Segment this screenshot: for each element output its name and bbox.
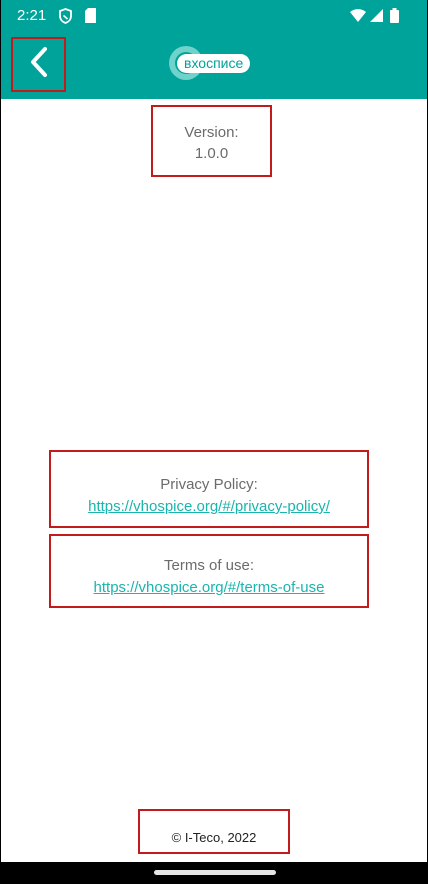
terms-of-use-section: Terms of use: https://vhospice.org/#/ter… (49, 534, 369, 608)
copyright-text: © I-Teco, 2022 (171, 830, 257, 845)
about-screen: 2:21 вхосписе Version: 1.0.0 Privacy Pol… (1, 0, 427, 884)
privacy-policy-label: Privacy Policy: (160, 476, 258, 493)
home-gesture-handle[interactable] (154, 870, 276, 875)
sim-card-icon (85, 8, 96, 28)
wifi-icon (350, 9, 366, 27)
battery-icon (390, 8, 399, 28)
chevron-left-icon (28, 46, 50, 83)
version-section: Version: 1.0.0 (151, 105, 272, 177)
version-value: 1.0.0 (194, 145, 229, 162)
terms-of-use-label: Terms of use: (163, 557, 255, 574)
terms-of-use-link[interactable]: https://vhospice.org/#/terms-of-use (51, 577, 367, 599)
status-bar: 2:21 (1, 0, 427, 32)
status-time: 2:21 (17, 7, 47, 24)
app-bar: вхосписе (1, 32, 427, 99)
logo-text: вхосписе (177, 54, 251, 73)
signal-icon (370, 9, 383, 27)
shield-icon (59, 8, 72, 29)
privacy-policy-link[interactable]: https://vhospice.org/#/privacy-policy/ (51, 496, 367, 518)
system-navigation-bar (1, 862, 427, 884)
version-label: Version: (184, 124, 239, 141)
back-button[interactable] (11, 37, 66, 92)
copyright-section: © I-Teco, 2022 (138, 809, 290, 854)
privacy-policy-section: Privacy Policy: https://vhospice.org/#/p… (49, 450, 369, 528)
app-logo: вхосписе (169, 46, 261, 80)
